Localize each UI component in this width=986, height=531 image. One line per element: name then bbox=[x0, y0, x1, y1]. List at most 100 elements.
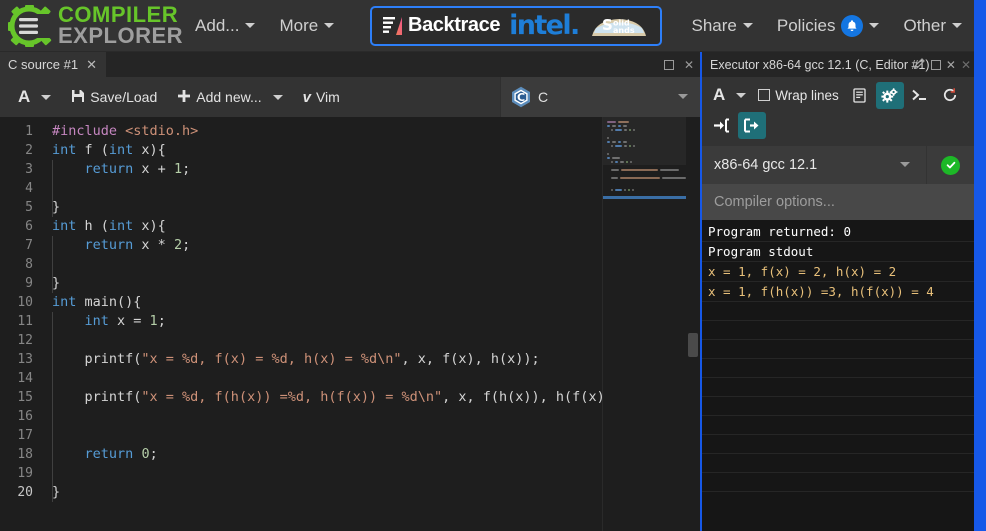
nav-share-dropdown[interactable]: Share bbox=[680, 0, 765, 51]
executor-settings-button[interactable] bbox=[875, 81, 904, 109]
code-token: int bbox=[108, 218, 134, 234]
scrollbar-thumb[interactable] bbox=[688, 333, 698, 357]
nav-policies-dropdown[interactable]: Policies bbox=[765, 0, 892, 51]
vim-mode-button[interactable]: ᴠ Vim bbox=[293, 82, 350, 112]
executor-titlebar: Executor x86-64 gcc 12.1 (C, Editor #1) … bbox=[702, 52, 974, 77]
editor-pane: C source #1 ✕ ✕ A Save/Load Add new... ᴠ… bbox=[0, 52, 700, 531]
backtrace-mark-icon bbox=[382, 15, 404, 37]
compiler-select[interactable]: x86-64 gcc 12.1 bbox=[702, 146, 926, 184]
nav-add-dropdown[interactable]: Add... bbox=[183, 0, 267, 51]
indent-guide bbox=[52, 160, 53, 217]
compiler-options-placeholder: Compiler options... bbox=[714, 194, 835, 210]
backtrace-logo[interactable]: Backtrace bbox=[382, 14, 500, 37]
code-token: int bbox=[52, 294, 77, 310]
backtrace-name: Backtrace bbox=[408, 14, 501, 36]
output-blank-line bbox=[702, 302, 974, 321]
minimap-token bbox=[631, 188, 634, 192]
code-token: return bbox=[84, 237, 134, 253]
output-blank-line bbox=[702, 416, 974, 435]
compiler-output-button[interactable] bbox=[846, 82, 874, 109]
vim-icon: ᴠ bbox=[302, 88, 311, 106]
code-token: x + bbox=[133, 161, 174, 177]
minimap-token bbox=[611, 188, 613, 192]
intel-logo[interactable]: intel. bbox=[509, 10, 580, 41]
output-line: Program returned: 0 bbox=[702, 222, 974, 242]
chevron-down-icon bbox=[952, 23, 963, 28]
editor-toolbar: A Save/Load Add new... ᴠ Vim C C bbox=[0, 77, 700, 117]
executor-reload-button[interactable] bbox=[936, 82, 964, 109]
editor-vertical-scrollbar[interactable] bbox=[686, 117, 700, 531]
executor-stdin-button[interactable] bbox=[708, 112, 736, 139]
output-line: x = 1, f(x) = 2, h(x) = 2 bbox=[702, 262, 974, 282]
sponsor-banner[interactable]: Backtrace intel. S olid ands bbox=[370, 5, 662, 46]
compiler-options-input[interactable]: Compiler options... bbox=[702, 184, 974, 220]
close-icon[interactable]: ✕ bbox=[86, 57, 97, 73]
editor-horizontal-scrollbar[interactable] bbox=[42, 521, 602, 531]
svg-text:S: S bbox=[602, 16, 613, 34]
save-load-label: Save/Load bbox=[90, 89, 158, 105]
chevron-down-icon bbox=[41, 94, 52, 100]
edit-pencil-icon[interactable] bbox=[913, 57, 926, 72]
minimap-token bbox=[621, 168, 658, 172]
minimap-token bbox=[627, 188, 630, 192]
nav-other-dropdown[interactable]: Other bbox=[891, 0, 974, 51]
brand-logo-link[interactable]: COMPILER EXPLORER bbox=[0, 0, 183, 51]
tab-c-source-1[interactable]: C source #1 ✕ bbox=[0, 52, 106, 77]
vim-label: Vim bbox=[315, 89, 340, 105]
output-line: x = 1, f(h(x)) =3, h(f(x)) = 4 bbox=[702, 282, 974, 302]
code-token: int bbox=[52, 218, 77, 234]
code-token: h ( bbox=[76, 218, 109, 234]
editor-minimap[interactable] bbox=[602, 117, 686, 531]
minimap-slider[interactable] bbox=[603, 117, 686, 165]
executor-stdout-button[interactable] bbox=[738, 111, 766, 139]
close-pane-icon[interactable]: ✕ bbox=[961, 58, 971, 72]
chevron-down-icon bbox=[678, 94, 688, 99]
code-token: int bbox=[52, 142, 77, 158]
line-number: 18 bbox=[17, 447, 33, 462]
line-number: 2 bbox=[25, 143, 33, 158]
code-token: printf( bbox=[52, 389, 142, 405]
wrap-lines-toggle[interactable]: Wrap lines bbox=[753, 82, 844, 109]
close-icon[interactable]: ✕ bbox=[946, 58, 956, 72]
code-token: } bbox=[52, 199, 61, 215]
c-language-icon: C bbox=[511, 86, 531, 108]
line-number: 10 bbox=[17, 295, 33, 310]
status-ok-icon bbox=[941, 155, 960, 175]
maximize-icon[interactable] bbox=[663, 59, 674, 70]
line-number: 19 bbox=[17, 466, 33, 481]
chevron-down-icon bbox=[900, 162, 910, 167]
font-size-button[interactable]: A bbox=[8, 82, 61, 112]
language-select[interactable]: C C bbox=[500, 77, 700, 117]
code-token: "x = %d, f(x) = %d, h(x) = %d\n" bbox=[141, 351, 402, 367]
save-load-button[interactable]: Save/Load bbox=[61, 82, 167, 112]
minimap-token bbox=[611, 176, 619, 180]
line-number: 12 bbox=[17, 333, 33, 348]
close-icon[interactable]: ✕ bbox=[684, 58, 694, 72]
compiler-selector-row: x86-64 gcc 12.1 bbox=[702, 146, 974, 184]
code-token: "x = %d, f(h(x)) =%d, h(f(x)) = %d\n" bbox=[141, 389, 443, 405]
document-icon bbox=[853, 87, 866, 103]
terminal-icon bbox=[912, 89, 927, 101]
executor-pane: Executor x86-64 gcc 12.1 (C, Editor #1) … bbox=[702, 52, 974, 531]
output-line: Program stdout bbox=[702, 242, 974, 262]
maximize-icon[interactable] bbox=[930, 59, 941, 70]
plus-icon bbox=[177, 89, 191, 106]
line-number: 17 bbox=[17, 428, 33, 443]
code-editor[interactable]: 1 2 3 4 5 6 7 8 9 10 11 12 13 14 15 16 17 18 19 20 #include… bbox=[0, 117, 700, 531]
nav-more-dropdown[interactable]: More bbox=[267, 0, 346, 51]
code-token: 2 bbox=[173, 237, 183, 253]
save-icon bbox=[71, 89, 85, 106]
code-token: ; bbox=[182, 237, 191, 253]
wrap-lines-label: Wrap lines bbox=[775, 87, 839, 103]
add-new-button[interactable]: Add new... bbox=[167, 82, 292, 112]
solid-sands-logo[interactable]: S olid ands bbox=[588, 12, 650, 39]
executor-console-button[interactable] bbox=[906, 82, 934, 109]
compile-status[interactable] bbox=[926, 146, 974, 184]
line-number: 5 bbox=[25, 200, 33, 215]
output-blank-line bbox=[702, 359, 974, 378]
svg-text:ands: ands bbox=[613, 26, 635, 35]
line-number: 1 bbox=[25, 124, 33, 139]
executor-font-size-button[interactable]: A bbox=[708, 82, 751, 109]
font-size-label: A bbox=[18, 87, 31, 106]
